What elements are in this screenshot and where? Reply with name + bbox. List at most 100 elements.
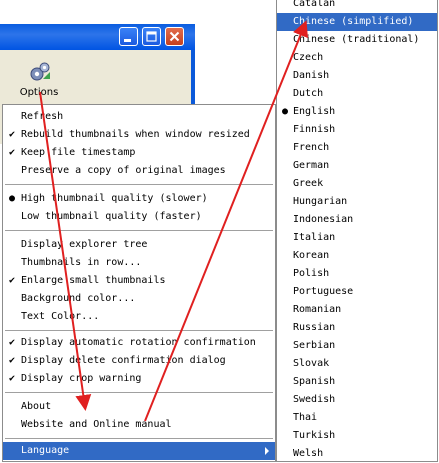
language-item-korean[interactable]: Korean xyxy=(277,247,437,265)
language-item-slovak[interactable]: Slovak xyxy=(277,355,437,373)
menu-item-label: Preserve a copy of original images xyxy=(21,165,226,176)
menu-item-language[interactable]: Language xyxy=(3,442,275,460)
menu-item-label: Enlarge small thumbnails xyxy=(21,275,166,286)
menu-item-about[interactable]: About xyxy=(3,398,275,416)
check-icon: ✔ xyxy=(8,337,16,348)
language-item-label: Russian xyxy=(293,322,336,333)
minimize-icon xyxy=(124,39,131,42)
language-item-label: Catalan xyxy=(293,0,336,9)
submenu-arrow-icon xyxy=(265,447,269,455)
language-item-label: Slovak xyxy=(293,358,330,369)
language-item-label: German xyxy=(293,160,330,171)
language-item-russian[interactable]: Russian xyxy=(277,319,437,337)
radio-bullet-icon: ● xyxy=(8,193,16,204)
menu-separator xyxy=(5,184,273,185)
menu-item-delete-confirmation[interactable]: ✔ Display delete confirmation dialog xyxy=(3,352,275,370)
language-item-label: Finnish xyxy=(293,124,336,135)
language-item-label: Swedish xyxy=(293,394,336,405)
language-item-danish[interactable]: Danish xyxy=(277,67,437,85)
menu-item-label: Display automatic rotation confirmation xyxy=(21,337,256,348)
radio-bullet-icon: ● xyxy=(281,106,289,117)
menu-item-rebuild-thumbnails[interactable]: ✔ Rebuild thumbnails when window resized xyxy=(3,126,275,144)
menu-item-thumbnails-in-row[interactable]: Thumbnails in row... xyxy=(3,254,275,272)
language-item-turkish[interactable]: Turkish xyxy=(277,427,437,445)
language-item-label: Serbian xyxy=(293,340,336,351)
language-item-label: Polish xyxy=(293,268,330,279)
menu-separator xyxy=(5,230,273,231)
gears-icon xyxy=(30,62,50,81)
menu-item-refresh[interactable]: Refresh xyxy=(3,108,275,126)
language-item-chinese-traditional[interactable]: Chinese (traditional) xyxy=(277,31,437,49)
language-item-chinese-simplified[interactable]: Chinese (simplified) xyxy=(277,13,437,31)
language-item-label: English xyxy=(293,106,336,117)
title-bar xyxy=(0,24,195,50)
menu-item-label: High thumbnail quality (slower) xyxy=(21,193,208,204)
language-item-label: Korean xyxy=(293,250,330,261)
menu-item-label: Refresh xyxy=(21,111,64,122)
language-item-label: Chinese (simplified) xyxy=(293,16,414,27)
check-icon: ✔ xyxy=(8,355,16,366)
language-item-indonesian[interactable]: Indonesian xyxy=(277,211,437,229)
minimize-button[interactable] xyxy=(119,27,138,46)
menu-item-explorer-tree[interactable]: Display explorer tree xyxy=(3,236,275,254)
options-toolbar-button[interactable]: Options xyxy=(18,61,60,105)
menu-item-label: Thumbnails in row... xyxy=(21,257,142,268)
menu-item-text-color[interactable]: Text Color... xyxy=(3,308,275,326)
menu-separator xyxy=(5,392,273,393)
menu-item-website-manual[interactable]: Website and Online manual xyxy=(3,416,275,434)
language-item-label: Spanish xyxy=(293,376,336,387)
language-item-greek[interactable]: Greek xyxy=(277,175,437,193)
language-item-dutch[interactable]: Dutch xyxy=(277,85,437,103)
language-item-french[interactable]: French xyxy=(277,139,437,157)
close-icon xyxy=(169,31,180,42)
language-item-english[interactable]: ● English xyxy=(277,103,437,121)
language-item-label: Greek xyxy=(293,178,324,189)
language-item-label: Welsh xyxy=(293,448,324,459)
menu-item-high-quality[interactable]: ● High thumbnail quality (slower) xyxy=(3,190,275,208)
language-item-swedish[interactable]: Swedish xyxy=(277,391,437,409)
language-item-label: French xyxy=(293,142,330,153)
language-item-portuguese[interactable]: Portuguese xyxy=(277,283,437,301)
menu-separator xyxy=(5,438,273,439)
language-item-czech[interactable]: Czech xyxy=(277,49,437,67)
language-item-welsh[interactable]: Welsh xyxy=(277,445,437,463)
menu-item-preserve-copy[interactable]: Preserve a copy of original images xyxy=(3,162,275,180)
menu-item-label: Keep file timestamp xyxy=(21,147,136,158)
menu-item-label: About xyxy=(21,401,52,412)
menu-item-label: Display crop warning xyxy=(21,373,142,384)
language-item-label: Romanian xyxy=(293,304,342,315)
language-item-label: Danish xyxy=(293,70,330,81)
options-label: Options xyxy=(19,87,59,98)
menu-item-label: Background color... xyxy=(21,293,136,304)
menu-item-enlarge-thumbnails[interactable]: ✔ Enlarge small thumbnails xyxy=(3,272,275,290)
menu-item-keep-timestamp[interactable]: ✔ Keep file timestamp xyxy=(3,144,275,162)
language-item-italian[interactable]: Italian xyxy=(277,229,437,247)
language-item-spanish[interactable]: Spanish xyxy=(277,373,437,391)
menu-item-background-color[interactable]: Background color... xyxy=(3,290,275,308)
language-item-romanian[interactable]: Romanian xyxy=(277,301,437,319)
menu-item-rotation-confirmation[interactable]: ✔ Display automatic rotation confirmatio… xyxy=(3,334,275,352)
close-button[interactable] xyxy=(165,27,184,46)
language-item-catalan[interactable]: Catalan xyxy=(277,0,437,13)
menu-item-crop-warning[interactable]: ✔ Display crop warning xyxy=(3,370,275,388)
options-menu: Refresh ✔ Rebuild thumbnails when window… xyxy=(2,104,276,462)
menu-item-label: Display explorer tree xyxy=(21,239,148,250)
check-icon: ✔ xyxy=(8,147,16,158)
language-item-label: Turkish xyxy=(293,430,336,441)
menu-item-label: Language xyxy=(21,445,70,456)
check-icon: ✔ xyxy=(8,129,16,140)
check-icon: ✔ xyxy=(8,275,16,286)
menu-item-label: Display delete confirmation dialog xyxy=(21,355,226,366)
language-item-polish[interactable]: Polish xyxy=(277,265,437,283)
language-item-label: Chinese (traditional) xyxy=(293,34,420,45)
menu-item-low-quality[interactable]: Low thumbnail quality (faster) xyxy=(3,208,275,226)
language-item-serbian[interactable]: Serbian xyxy=(277,337,437,355)
maximize-button[interactable] xyxy=(142,27,161,46)
language-item-german[interactable]: German xyxy=(277,157,437,175)
menu-item-label: Rebuild thumbnails when window resized xyxy=(21,129,250,140)
language-submenu: Catalan Chinese (simplified) Chinese (tr… xyxy=(276,0,438,462)
language-item-hungarian[interactable]: Hungarian xyxy=(277,193,437,211)
language-item-label: Portuguese xyxy=(293,286,354,297)
language-item-thai[interactable]: Thai xyxy=(277,409,437,427)
language-item-finnish[interactable]: Finnish xyxy=(277,121,437,139)
